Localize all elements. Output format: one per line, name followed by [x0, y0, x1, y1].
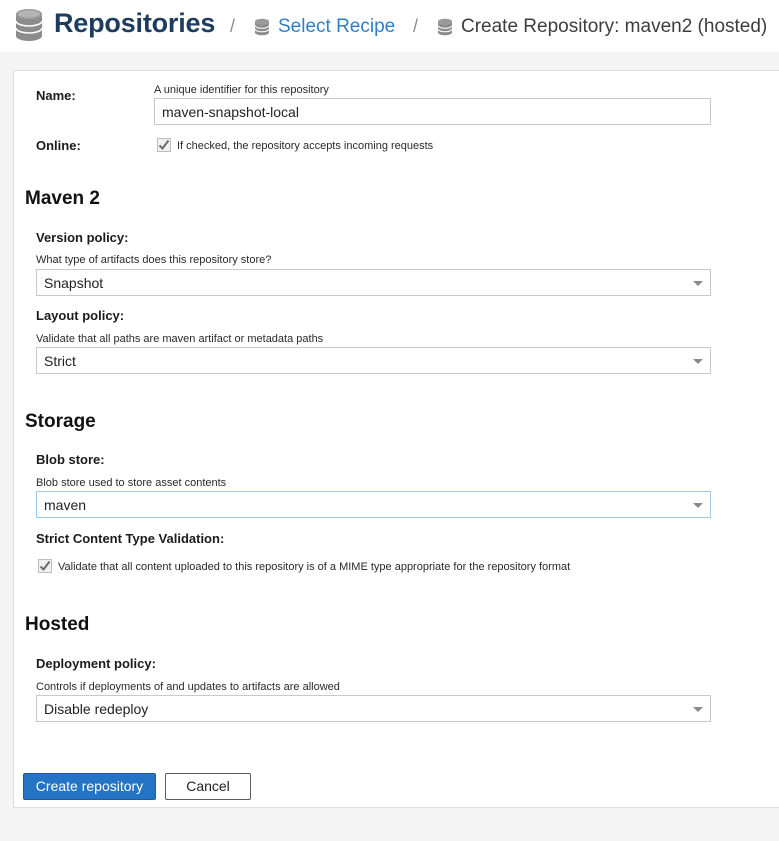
- strict-content-help: Validate that all content uploaded to th…: [58, 561, 571, 573]
- layout-policy-help: Validate that all paths are maven artifa…: [36, 333, 324, 345]
- blob-store-label: Blob store:: [36, 452, 105, 467]
- database-icon: [15, 9, 43, 41]
- online-label: Online:: [36, 138, 81, 153]
- online-help: If checked, the repository accepts incom…: [177, 140, 434, 152]
- layout-policy-label: Layout policy:: [36, 308, 125, 323]
- maven-section-heading: Maven 2: [25, 188, 100, 209]
- chevron-down-icon: [693, 707, 703, 712]
- repository-form: Name: A unique identifier for this repos…: [13, 70, 779, 808]
- chevron-down-icon: [693, 281, 703, 286]
- deployment-policy-value: Disable redeploy: [44, 701, 149, 717]
- online-checkbox[interactable]: [157, 138, 171, 152]
- chevron-down-icon: [693, 359, 703, 364]
- database-icon: [437, 18, 453, 36]
- cancel-button[interactable]: Cancel: [165, 773, 251, 800]
- deployment-policy-help: Controls if deployments of and updates t…: [36, 681, 340, 693]
- name-label: Name:: [36, 88, 76, 103]
- deployment-policy-select[interactable]: Disable redeploy: [36, 695, 711, 722]
- layout-policy-value: Strict: [44, 353, 76, 369]
- chevron-down-icon: [693, 503, 703, 508]
- breadcrumb-select-recipe[interactable]: Select Recipe: [278, 16, 395, 38]
- hosted-section-heading: Hosted: [25, 614, 90, 635]
- strict-content-label: Strict Content Type Validation:: [36, 531, 225, 546]
- storage-section-heading: Storage: [25, 411, 96, 432]
- create-repository-button[interactable]: Create repository: [23, 773, 156, 800]
- page-title: Repositories: [54, 8, 216, 38]
- version-policy-select[interactable]: Snapshot: [36, 269, 711, 296]
- version-policy-label: Version policy:: [36, 230, 129, 245]
- breadcrumb-separator: /: [413, 16, 419, 36]
- database-icon: [254, 18, 270, 36]
- breadcrumb-separator: /: [230, 16, 236, 36]
- breadcrumb: Repositories / Select Recipe / Create Re…: [0, 0, 779, 52]
- name-input[interactable]: maven-snapshot-local: [154, 98, 711, 125]
- breadcrumb-current: Create Repository: maven2 (hosted): [461, 16, 768, 37]
- strict-content-checkbox[interactable]: [38, 559, 52, 573]
- name-help: A unique identifier for this repository: [154, 84, 329, 96]
- blob-store-select[interactable]: maven: [36, 491, 711, 518]
- deployment-policy-label: Deployment policy:: [36, 656, 156, 671]
- version-policy-value: Snapshot: [44, 275, 104, 291]
- blob-store-help: Blob store used to store asset contents: [36, 477, 227, 489]
- blob-store-value: maven: [44, 497, 87, 513]
- layout-policy-select[interactable]: Strict: [36, 347, 711, 374]
- version-policy-help: What type of artifacts does this reposit…: [36, 254, 272, 266]
